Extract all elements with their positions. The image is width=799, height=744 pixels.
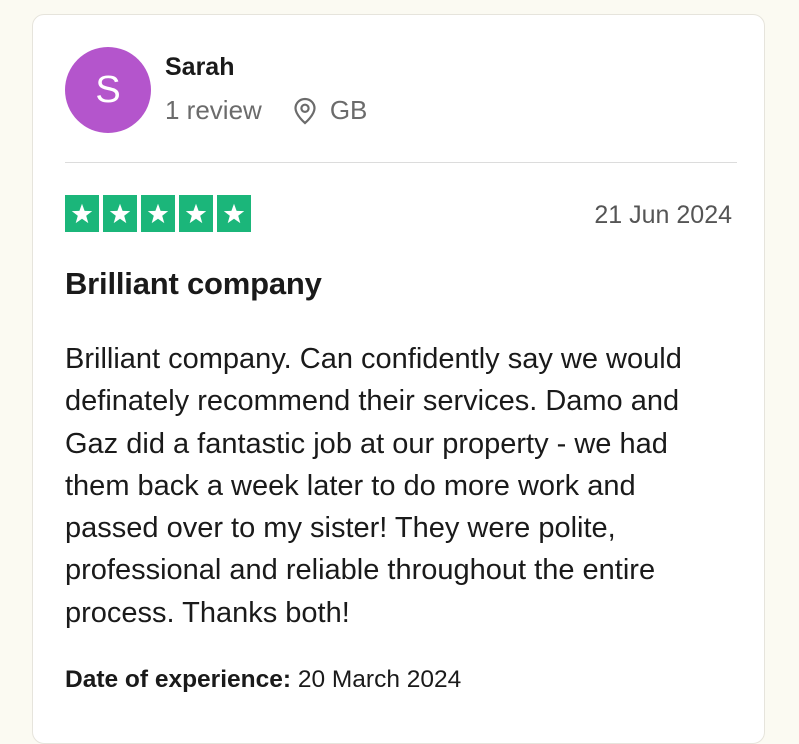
reviewer-header: S Sarah 1 review GB <box>65 47 737 133</box>
star-icon <box>179 195 213 232</box>
review-title: Brilliant company <box>65 266 322 301</box>
star-icon <box>217 195 251 232</box>
avatar-initial: S <box>95 68 121 111</box>
location-pin-icon <box>292 97 318 125</box>
star-rating <box>65 195 251 232</box>
reviewer-meta: 1 review GB <box>165 95 367 126</box>
star-icon <box>103 195 137 232</box>
review-count: 1 review <box>165 95 262 125</box>
review-card: S Sarah 1 review GB 21 Jun 2024 Brillian… <box>32 14 765 744</box>
star-icon <box>65 195 99 232</box>
review-date: 21 Jun 2024 <box>594 201 732 229</box>
header-divider <box>65 162 737 163</box>
reviewer-location: GB <box>329 95 368 125</box>
avatar[interactable]: S <box>65 47 151 133</box>
experience-date: 20 March 2024 <box>297 666 462 693</box>
date-of-experience: Date of experience: 20 March 2024 <box>65 666 461 694</box>
experience-label: Date of experience: <box>65 666 292 693</box>
review-body: Brilliant company. Can confidently say w… <box>65 343 682 629</box>
reviewer-name[interactable]: Sarah <box>165 53 234 82</box>
star-icon <box>141 195 175 232</box>
